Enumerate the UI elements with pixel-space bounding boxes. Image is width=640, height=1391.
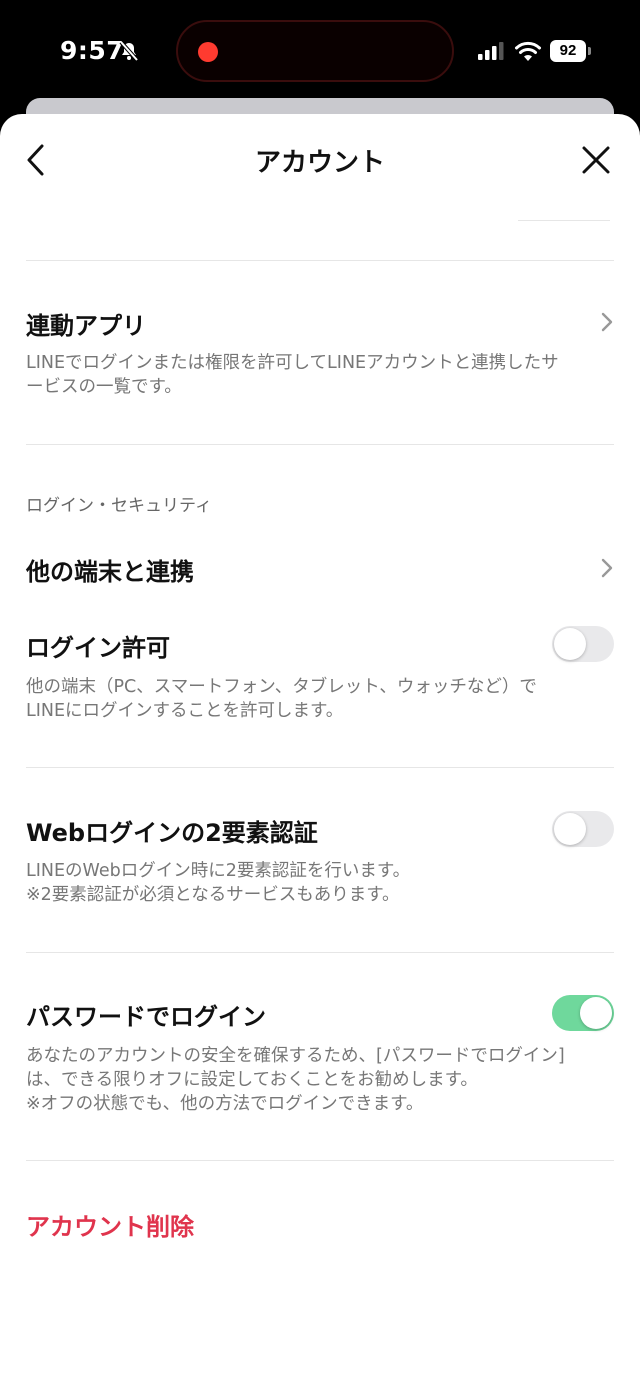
delete-account-button[interactable]: アカウント削除 [26, 1207, 194, 1242]
scroll-edge-divider [518, 220, 610, 221]
login-permission-title: ログイン許可 [26, 634, 170, 662]
chevron-right-icon[interactable] [600, 558, 614, 578]
wifi-icon [515, 41, 541, 61]
battery-level: 92 [550, 40, 586, 62]
recording-indicator-icon [198, 42, 218, 62]
divider [26, 767, 614, 768]
nav-bar: アカウント [0, 114, 640, 204]
password-login-description: あなたのアカウントの安全を確保するため、[パスワードでログイン] は、できる限り… [26, 1046, 565, 1114]
linked-apps-description: LINEでログインまたは権限を許可してLINEアカウントと連携したサ ービスの一… [26, 353, 559, 397]
status-time: 9:57 [60, 36, 125, 65]
other-devices-title[interactable]: 他の端末と連携 [26, 552, 194, 587]
bell-slash-icon [119, 40, 139, 62]
divider [26, 952, 614, 953]
web-2fa-title: Webログインの2要素認証 [26, 819, 318, 847]
account-sheet: アカウント 連動アプリ LINEでログインまたは権限を許可してLINEアカウント… [0, 114, 640, 1391]
status-bar: 9:57 92 [0, 0, 640, 100]
section-header-login-security: ログイン・セキュリティ [26, 496, 212, 516]
close-icon[interactable] [580, 144, 612, 176]
battery-icon: 92 [550, 40, 592, 62]
login-permission-description: 他の端末（PC、スマートフォン、タブレット、ウォッチなど）で LINEにログイン… [26, 677, 537, 721]
login-permission-toggle[interactable] [552, 626, 614, 662]
dynamic-island [176, 20, 454, 82]
signal-icon [478, 42, 504, 60]
divider [26, 1160, 614, 1161]
password-login-title: パスワードでログイン [26, 1003, 266, 1031]
chevron-right-icon[interactable] [600, 312, 614, 332]
web-2fa-description: LINEのWebログイン時に2要素認証を行います。 ※2要素認証が必須となるサー… [26, 861, 411, 905]
web-2fa-toggle[interactable] [552, 811, 614, 847]
divider [26, 260, 614, 261]
linked-apps-title[interactable]: 連動アプリ [26, 306, 146, 341]
page-title: アカウント [254, 148, 385, 178]
password-login-toggle[interactable] [552, 995, 614, 1031]
divider [26, 444, 614, 445]
